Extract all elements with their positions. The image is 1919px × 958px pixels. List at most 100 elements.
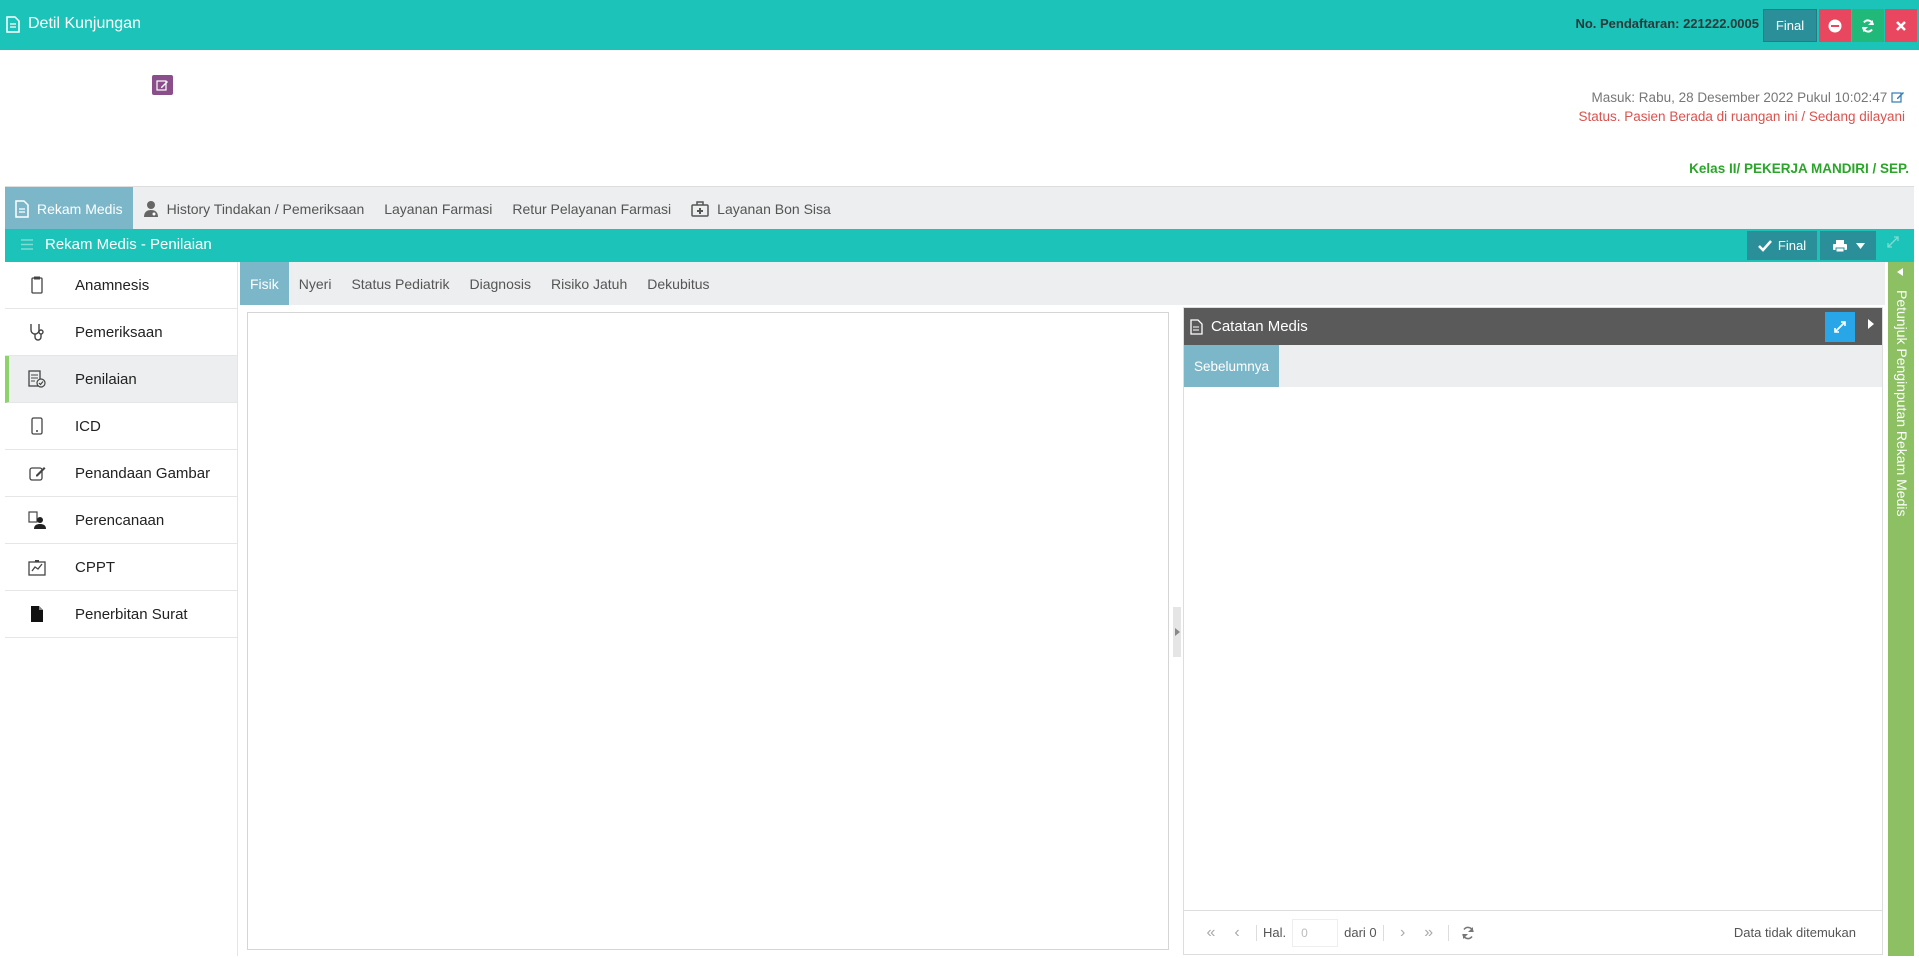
- pager-divider: [1382, 924, 1384, 941]
- expand-icon: [1834, 321, 1846, 333]
- page-of-label: dari 0: [1344, 925, 1377, 940]
- sidebar-item-icd[interactable]: ICD: [5, 403, 237, 450]
- sidebar-item-label: Penandaan Gambar: [75, 464, 211, 482]
- top-bar: Detil Kunjungan No. Pendaftaran: 221222.…: [0, 0, 1919, 50]
- page-label: Hal.: [1263, 925, 1287, 940]
- visit-class: Kelas II/ PEKERJA MANDIRI / SEP.: [1689, 161, 1909, 176]
- print-dropdown-button[interactable]: [1820, 231, 1876, 260]
- prev-page-icon[interactable]: ‹: [1224, 924, 1250, 942]
- tab-status-pediatrik[interactable]: Status Pediatrik: [341, 262, 459, 305]
- tab-diagnosis[interactable]: Diagnosis: [460, 262, 541, 305]
- document-icon: [15, 199, 29, 218]
- tab-label: Retur Pelayanan Farmasi: [512, 200, 672, 217]
- collapse-left-icon[interactable]: [1897, 268, 1903, 278]
- tab-dekubitus[interactable]: Dekubitus: [637, 262, 719, 305]
- print-icon: [1832, 239, 1847, 252]
- visit-entry-text: Masuk: Rabu, 28 Desember 2022 Pukul 10:0…: [1591, 90, 1888, 105]
- sidebar-item-anamnesis[interactable]: Anamnesis: [5, 262, 237, 309]
- clipboard-icon: [27, 275, 47, 295]
- close-icon: [1896, 20, 1906, 31]
- tab-label: History Tindakan / Pemeriksaan: [166, 200, 365, 217]
- minus-circle-icon: [1828, 19, 1842, 32]
- assessment-form-panel: [247, 312, 1169, 950]
- assessment-tabs: Fisik Nyeri Status Pediatrik Diagnosis R…: [240, 262, 1885, 305]
- tab-fisik[interactable]: Fisik: [240, 262, 289, 305]
- pager: « ‹ Hal. 0 dari 0 › » Data tidak ditemuk…: [1184, 910, 1882, 954]
- stethoscope-icon: [27, 322, 47, 342]
- sidebar-item-label: Penerbitan Surat: [75, 605, 188, 623]
- sidebar: Anamnesis Pemeriksaan Penilaian ICD Pena…: [5, 262, 238, 956]
- section-title-text: Rekam Medis - Penilaian: [45, 236, 212, 253]
- expand-button[interactable]: [1825, 312, 1855, 342]
- refresh-icon: [1862, 18, 1874, 33]
- tab-label: Rekam Medis: [37, 200, 123, 217]
- sidebar-item-cppt[interactable]: CPPT: [5, 544, 237, 591]
- catatan-medis-title: Catatan Medis: [1211, 318, 1308, 335]
- document-icon: [1190, 318, 1203, 335]
- sidebar-item-label: Perencanaan: [75, 511, 165, 529]
- caret-down-icon: [1855, 242, 1865, 249]
- document-icon: [6, 15, 20, 33]
- sidebar-item-pemeriksaan[interactable]: Pemeriksaan: [5, 309, 237, 356]
- edit-entry-icon[interactable]: [1891, 90, 1905, 103]
- sidebar-item-label: CPPT: [75, 558, 116, 576]
- tab-nyeri[interactable]: Nyeri: [289, 262, 342, 305]
- catatan-medis-header: Catatan Medis: [1184, 308, 1882, 345]
- sidebar-item-penilaian[interactable]: Penilaian: [5, 356, 237, 403]
- sidebar-item-perencanaan[interactable]: Perencanaan: [5, 497, 237, 544]
- tab-risiko-jatuh[interactable]: Risiko Jatuh: [541, 262, 637, 305]
- file-icon: [27, 604, 47, 624]
- assessment-icon: [27, 369, 47, 389]
- medkit-icon: [691, 200, 709, 217]
- refresh-button[interactable]: [1852, 9, 1884, 42]
- pager-divider: [1256, 924, 1257, 941]
- catatan-tabs: Sebelumnya: [1184, 345, 1882, 387]
- section-title: Rekam Medis - Penilaian: [21, 236, 212, 253]
- tab-rekam-medis[interactable]: Rekam Medis: [5, 187, 133, 230]
- chart-board-icon: [27, 557, 47, 577]
- tab-layanan-farmasi[interactable]: Layanan Farmasi: [374, 187, 502, 230]
- edit-patient-button[interactable]: [152, 75, 173, 95]
- window-title-text: Detil Kunjungan: [28, 15, 141, 32]
- section-final-button[interactable]: Final: [1747, 231, 1817, 260]
- close-button[interactable]: [1885, 9, 1917, 42]
- cancel-visit-button[interactable]: [1819, 9, 1851, 42]
- final-button[interactable]: Final: [1763, 9, 1817, 42]
- main-tabs: Rekam Medis History Tindakan / Pemeriksa…: [5, 186, 1914, 230]
- phone-icon: [27, 416, 47, 436]
- first-page-icon[interactable]: «: [1198, 924, 1224, 942]
- petunjuk-panel[interactable]: Petunjuk Penginputan Rekam Medis: [1888, 262, 1914, 956]
- registration-number: No. Pendaftaran: 221222.0005: [1575, 16, 1759, 31]
- page-input[interactable]: 0: [1292, 918, 1339, 947]
- tab-history-tindakan[interactable]: History Tindakan / Pemeriksaan: [133, 187, 375, 230]
- sidebar-item-label: Pemeriksaan: [75, 323, 163, 341]
- collapse-arrow-icon[interactable]: [1868, 318, 1874, 332]
- sidebar-item-label: Penilaian: [75, 370, 137, 388]
- user-plan-icon: [27, 510, 47, 530]
- last-page-icon[interactable]: »: [1416, 924, 1442, 942]
- next-page-icon[interactable]: ›: [1390, 924, 1416, 942]
- final-label: Final: [1777, 238, 1807, 253]
- panel-splitter[interactable]: [1173, 607, 1181, 657]
- sidebar-item-penandaan-gambar[interactable]: Penandaan Gambar: [5, 450, 237, 497]
- tab-layanan-bon-sisa[interactable]: Layanan Bon Sisa: [681, 187, 841, 230]
- reload-icon[interactable]: [1461, 926, 1475, 940]
- caret-right-icon: [1174, 628, 1180, 636]
- tab-sebelumnya[interactable]: Sebelumnya: [1184, 345, 1280, 387]
- edit-icon: [156, 79, 168, 91]
- catatan-medis-panel: Catatan Medis Sebelumnya « ‹ Hal. 0 dari…: [1183, 307, 1883, 955]
- section-header: Rekam Medis - Penilaian Final: [5, 229, 1914, 262]
- sidebar-item-label: Anamnesis: [75, 276, 150, 294]
- user-doctor-icon: [143, 201, 158, 217]
- visit-status: Status. Pasien Berada di ruangan ini / S…: [1578, 109, 1905, 124]
- empty-message: Data tidak ditemukan: [1733, 925, 1856, 940]
- sidebar-item-penerbitan-surat[interactable]: Penerbitan Surat: [5, 591, 237, 638]
- pager-divider: [1447, 924, 1449, 941]
- window-title: Detil Kunjungan: [6, 15, 141, 33]
- tab-retur-farmasi[interactable]: Retur Pelayanan Farmasi: [502, 187, 681, 230]
- section-expand-icon[interactable]: [1887, 235, 1899, 251]
- sidebar-item-label: ICD: [75, 417, 101, 435]
- tab-label: Layanan Farmasi: [384, 200, 493, 217]
- edit-icon: [27, 463, 47, 483]
- check-icon: [1758, 239, 1772, 252]
